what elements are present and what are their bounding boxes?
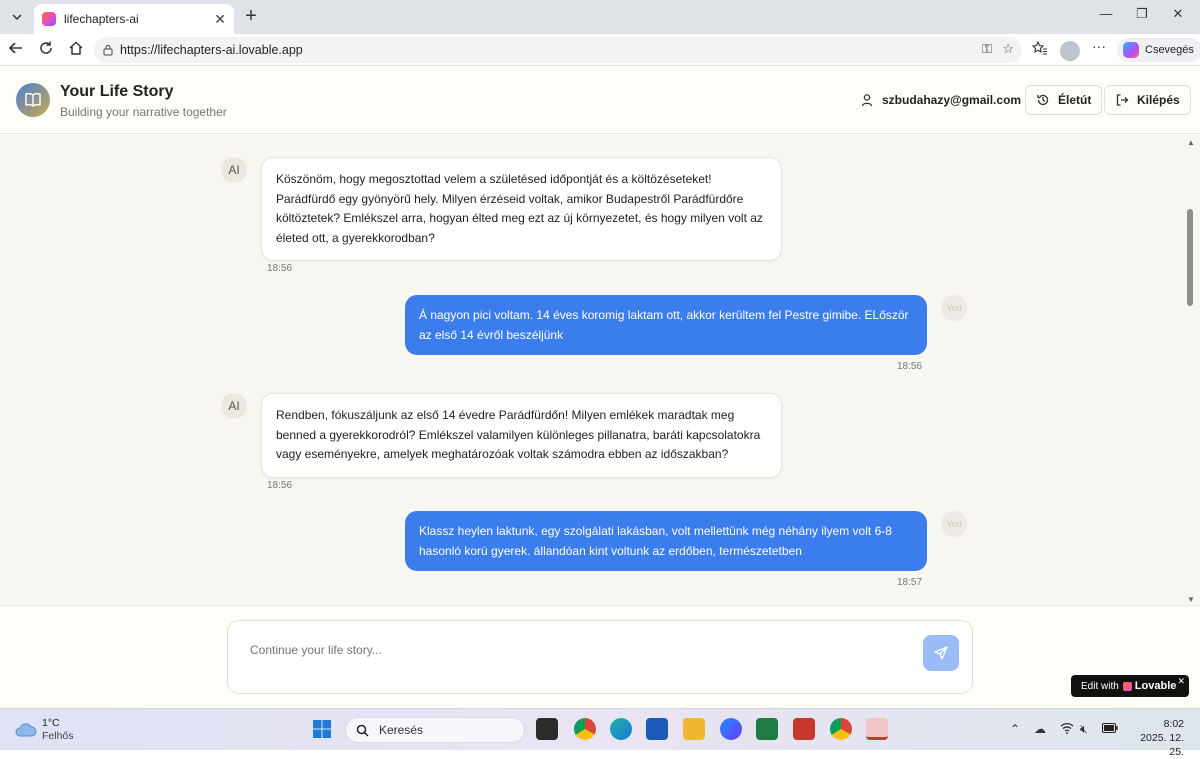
logout-button-label: Kilépés <box>1137 93 1180 107</box>
site-info-icon[interactable] <box>102 44 114 56</box>
refresh-icon[interactable] <box>36 40 56 60</box>
copilot-label: Csevegés <box>1145 44 1194 56</box>
lovable-heart-icon <box>1122 681 1132 691</box>
chrome-icon[interactable] <box>574 718 596 740</box>
taskbar-clock[interactable]: 8:02 2025. 12. 25. <box>1128 717 1184 759</box>
send-icon <box>934 646 948 660</box>
acrobat-icon[interactable] <box>793 718 815 740</box>
clock-time: 8:02 <box>1163 718 1184 730</box>
show-hidden-icons[interactable]: ⌃ <box>1010 722 1020 736</box>
badge-close-icon[interactable]: ✕ <box>1177 676 1185 687</box>
history-icon <box>1037 94 1049 106</box>
message-time: 18:56 <box>897 361 923 372</box>
user-avatar: You <box>941 295 967 321</box>
weather-widget[interactable]: 1°C Felhős <box>14 717 74 743</box>
chat-scrollbar[interactable]: ▲ ▼ <box>1184 138 1200 604</box>
user-message: Klassz heylen laktunk, egy szolgálati la… <box>405 511 927 571</box>
user-email: szbudahazy@gmail.com <box>882 93 1022 107</box>
book-logo-icon <box>16 83 50 117</box>
cloud-icon <box>15 723 37 737</box>
copilot-button[interactable]: Csevegés <box>1117 38 1200 62</box>
tab-title: lifechapters-ai <box>64 12 139 26</box>
taskbar: 1°C Felhős Keresés ⌃ ☁ 🔇︎ 8:02 2025. 12.… <box>0 708 1200 758</box>
user-icon <box>861 94 873 107</box>
file-explorer-icon[interactable] <box>683 718 705 740</box>
ai-message: Rendben, fókuszáljunk az első 14 évedre … <box>261 393 782 478</box>
browser-toolbar: https://lifechapters-ai.lovable.app ☆ ⚿ … <box>0 34 1200 66</box>
windows-start-icon[interactable] <box>312 719 334 741</box>
lovable-favicon-icon <box>42 12 56 26</box>
copilot-icon <box>1123 42 1139 58</box>
edit-with-label: Edit with <box>1081 680 1119 692</box>
scroll-thumb[interactable] <box>1187 209 1193 306</box>
chrome-profile-icon[interactable] <box>830 718 852 740</box>
minimize-icon[interactable]: — <box>1096 6 1116 21</box>
app-header: Your Life Story Building your narrative … <box>0 67 1200 134</box>
send-button[interactable] <box>923 635 959 671</box>
message-time: 18:56 <box>267 480 293 491</box>
user-info: szbudahazy@gmail.com <box>860 93 1021 107</box>
home-icon[interactable] <box>66 40 86 60</box>
browser-tab-bar: lifechapters-ai ✕ + — ❐ ✕ <box>0 0 1200 34</box>
message-time: 18:56 <box>267 263 293 274</box>
task-view-icon[interactable] <box>536 718 558 740</box>
messenger-icon[interactable] <box>720 718 742 740</box>
temperature: 1°C <box>42 717 60 729</box>
user-message: Á nagyon pici voltam. 14 éves koromig la… <box>405 295 927 355</box>
profile-avatar[interactable] <box>1060 41 1080 61</box>
ai-avatar: AI <box>221 393 247 419</box>
composer-area <box>0 605 1200 708</box>
scroll-up-icon[interactable]: ▲ <box>1187 138 1195 147</box>
clock-date: 2025. 12. 25. <box>1140 732 1184 758</box>
browser-tab[interactable]: lifechapters-ai ✕ <box>34 4 234 34</box>
close-window-icon[interactable]: ✕ <box>1168 6 1188 22</box>
message-input-box[interactable] <box>227 620 973 694</box>
onedrive-icon[interactable]: ☁ <box>1034 722 1046 736</box>
edit-with-lovable-badge[interactable]: Edit with Lovable ✕ <box>1071 675 1189 697</box>
weather-condition: Felhős <box>42 730 74 742</box>
key-icon[interactable]: ⚿ <box>982 41 992 57</box>
scroll-down-icon[interactable]: ▼ <box>1187 595 1195 604</box>
chat-messages[interactable]: AI Köszönöm, hogy megosztottad velem a s… <box>0 135 1200 605</box>
back-icon[interactable] <box>6 40 26 60</box>
timeline-button[interactable]: Életút <box>1025 85 1103 115</box>
app-subtitle: Building your narrative together <box>60 105 227 119</box>
lovable-brand: Lovable <box>1134 680 1177 692</box>
more-options-icon[interactable]: ··· <box>1092 38 1106 54</box>
message-input[interactable] <box>250 643 890 657</box>
outlook-icon[interactable] <box>646 718 668 740</box>
timeline-button-label: Életút <box>1058 93 1092 107</box>
search-icon <box>356 724 369 737</box>
close-tab-icon[interactable]: ✕ <box>214 11 226 28</box>
taskbar-search[interactable]: Keresés <box>345 717 525 743</box>
excel-icon[interactable] <box>756 718 778 740</box>
logout-button[interactable]: Kilépés <box>1104 85 1191 115</box>
ai-message: Köszönöm, hogy megosztottad velem a szül… <box>261 157 782 261</box>
ai-avatar: AI <box>221 157 247 183</box>
logout-icon <box>1116 94 1129 106</box>
favorites-star-icon[interactable]: ☆ <box>1002 41 1014 57</box>
tab-actions-menu-icon[interactable] <box>6 6 28 28</box>
message-time: 18:57 <box>897 577 923 588</box>
restore-icon[interactable]: ❐ <box>1132 6 1152 22</box>
url-text: https://lifechapters-ai.lovable.app <box>120 43 303 57</box>
wifi-icon[interactable] <box>1060 722 1074 737</box>
battery-icon[interactable] <box>1102 722 1118 736</box>
user-avatar: You <box>941 511 967 537</box>
favorites-icon[interactable] <box>1030 40 1050 60</box>
edge-icon[interactable] <box>610 718 632 740</box>
volume-muted-icon[interactable]: 🔇︎ <box>1080 722 1088 737</box>
app-title: Your Life Story <box>60 83 174 100</box>
search-label: Keresés <box>379 723 424 737</box>
address-bar[interactable]: https://lifechapters-ai.lovable.app ☆ ⚿ <box>94 37 1022 63</box>
new-tab-icon[interactable]: + <box>240 5 262 28</box>
calculator-icon[interactable] <box>866 718 888 740</box>
